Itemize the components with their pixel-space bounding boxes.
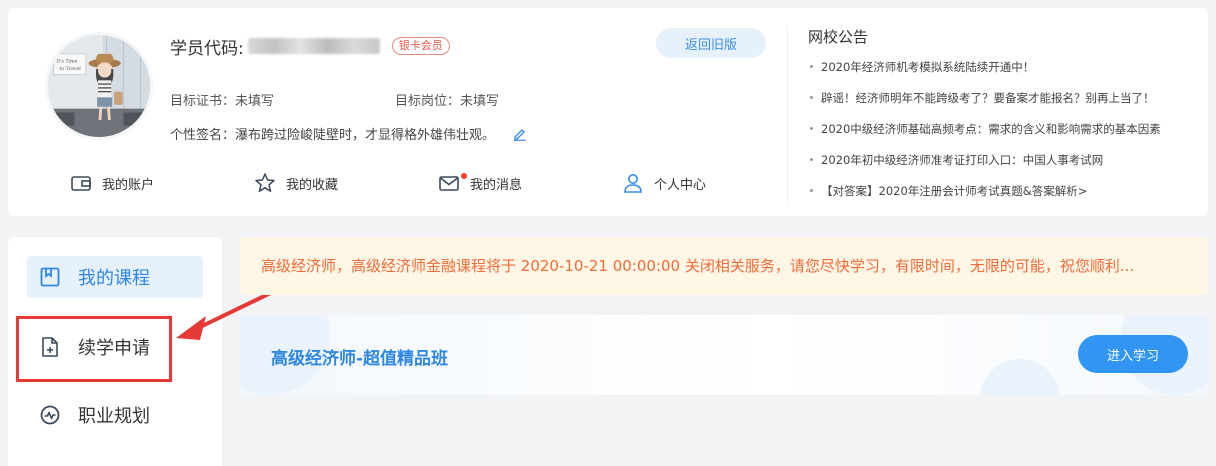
annotation-highlight-box — [16, 316, 172, 382]
student-code-value-blurred — [247, 38, 380, 54]
notice-list: 2020年经济师机考模拟系统陆续开通中！ 辟谣！经济师明年不能跨级考了？要备案才… — [808, 58, 1161, 213]
course-card: 高级经济师-超值精品班 进入学习 — [240, 315, 1208, 395]
quick-nav: 我的账户 我的收藏 我的消息 个人中心 — [68, 172, 768, 198]
vertical-divider — [787, 26, 788, 202]
pulse-icon — [40, 405, 60, 425]
signature-text: 个性签名：瀑布跨过险峻陡壁时，才显得格外雄伟壮观。 — [170, 128, 496, 143]
target-cert: 目标证书：未填写 — [170, 94, 275, 109]
sidebar-item-label: 我的课程 — [78, 268, 150, 289]
signature-row: 个性签名：瀑布跨过险峻陡壁时，才显得格外雄伟壮观。 — [170, 124, 527, 143]
user-icon — [624, 174, 642, 193]
notice-item[interactable]: 2020年经济师机考模拟系统陆续开通中！ — [808, 58, 1161, 89]
notice-title: 网校公告 — [808, 28, 869, 46]
student-code-row: 学员代码: 银卡会员 — [170, 34, 450, 59]
avatar[interactable]: It's Time to Travel — [45, 32, 153, 140]
avatar-illustration: It's Time to Travel — [48, 35, 150, 137]
nav-my-messages-label: 我的消息 — [470, 177, 523, 193]
wallet-icon — [71, 176, 91, 191]
course-title[interactable]: 高级经济师-超值精品班 — [271, 344, 448, 369]
nav-my-account-label: 我的账户 — [102, 177, 155, 193]
nav-my-favorites[interactable]: 我的收藏 — [254, 172, 338, 194]
notice-item[interactable]: 辟谣！经济师明年不能跨级考了？要备案才能报名？别再上当了！ — [808, 89, 1161, 120]
nav-personal-center[interactable]: 个人中心 — [622, 172, 706, 194]
back-to-old-version-button[interactable]: 返回旧版 — [656, 28, 766, 58]
notice-item[interactable]: 【对答案】2020年注册会计师考试真题&答案解析> — [808, 182, 1161, 213]
target-position: 目标岗位：未填写 — [395, 94, 500, 109]
notice-item[interactable]: 2020年初中级经济师准考证打印入口：中国人事考试网 — [808, 151, 1161, 182]
unread-dot — [461, 173, 467, 179]
svg-text:It's Time: It's Time — [57, 58, 78, 64]
bookmark-icon — [40, 267, 60, 287]
svg-text:to Travel: to Travel — [59, 66, 81, 72]
enter-study-button[interactable]: 进入学习 — [1078, 335, 1188, 373]
sidebar-item-career-planning[interactable]: 职业规划 — [27, 394, 203, 436]
course-expiry-banner: 高级经济师，高级经济师金融课程将于 2020-10-21 00:00:00 关闭… — [240, 237, 1208, 295]
nav-personal-center-label: 个人中心 — [654, 177, 707, 193]
nav-my-account[interactable]: 我的账户 — [70, 172, 154, 194]
member-badge: 银卡会员 — [391, 37, 450, 55]
nav-my-messages[interactable]: 我的消息 — [438, 172, 522, 194]
edit-icon[interactable] — [513, 127, 527, 141]
profile-card: It's Time to Travel 学员代码: 银卡会员 返回旧版 目标证书… — [8, 8, 1208, 216]
mail-icon — [439, 176, 459, 191]
decor-bubble — [980, 359, 1060, 395]
nav-my-favorites-label: 我的收藏 — [286, 177, 339, 193]
notice-item[interactable]: 2020中级经济师基础高频考点：需求的含义和影响需求的基本因素 — [808, 120, 1161, 151]
sidebar-item-label: 职业规划 — [78, 406, 150, 427]
star-icon — [255, 173, 275, 192]
student-code-label: 学员代码: — [170, 38, 244, 59]
